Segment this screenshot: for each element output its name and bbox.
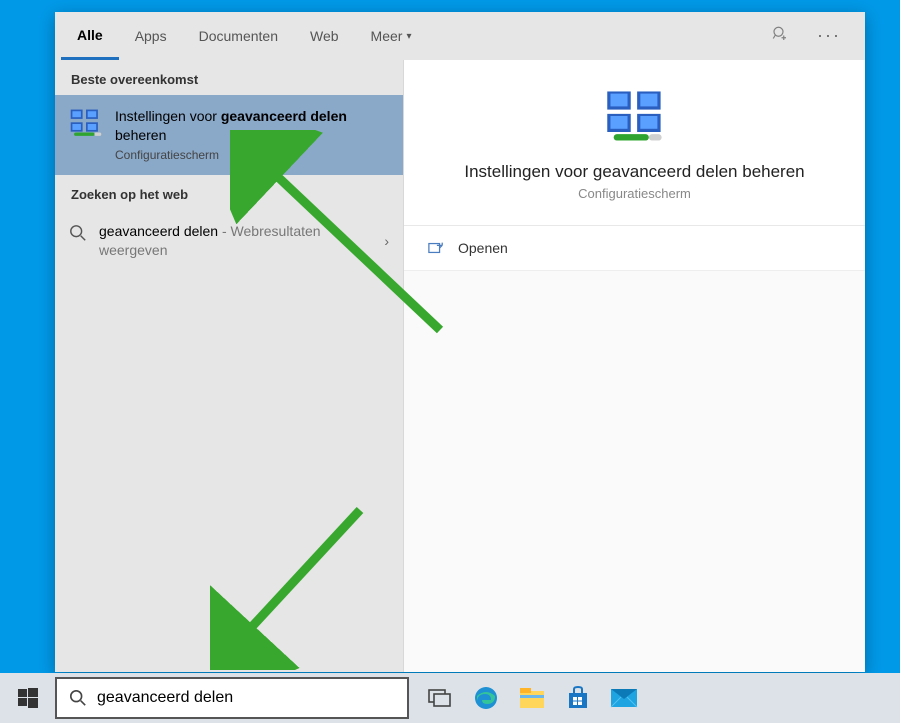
ellipsis-icon: ··· <box>817 25 841 45</box>
taskbar-mail[interactable] <box>601 673 647 723</box>
open-icon <box>428 241 444 255</box>
network-sharing-icon <box>69 107 103 141</box>
task-view-icon <box>428 689 452 707</box>
search-input[interactable] <box>97 689 395 707</box>
tab-more[interactable]: Meer▾ <box>355 12 428 60</box>
tab-documents[interactable]: Documenten <box>183 12 294 60</box>
section-header-best-match: Beste overeenkomst <box>55 60 403 95</box>
taskbar-store[interactable] <box>555 673 601 723</box>
feedback-button[interactable] <box>763 17 797 56</box>
mail-icon <box>610 688 638 708</box>
best-match-result[interactable]: Instellingen voor geavanceerd delen behe… <box>55 95 403 175</box>
taskbar-search-box[interactable] <box>55 677 409 719</box>
result-title: Instellingen voor geavanceerd delen behe… <box>115 107 389 145</box>
detail-title: Instellingen voor geavanceerd delen behe… <box>464 162 804 182</box>
more-options-button[interactable]: ··· <box>809 17 849 56</box>
detail-subtitle: Configuratiescherm <box>578 186 691 201</box>
windows-logo-icon <box>18 688 38 708</box>
task-view-button[interactable] <box>417 673 463 723</box>
taskbar-edge[interactable] <box>463 673 509 723</box>
file-explorer-icon <box>519 687 545 709</box>
tab-all[interactable]: Alle <box>61 12 119 60</box>
chevron-down-icon: ▾ <box>406 31 411 42</box>
tab-apps[interactable]: Apps <box>119 12 183 60</box>
feedback-icon <box>771 25 789 43</box>
web-result-text: geavanceerd delen - Webresultaten weerge… <box>99 222 389 260</box>
search-icon <box>69 689 87 707</box>
tab-bar: Alle Apps Documenten Web Meer▾ ··· <box>55 12 865 60</box>
search-results-panel: Alle Apps Documenten Web Meer▾ ··· Beste… <box>55 12 865 672</box>
chevron-right-icon: › <box>384 233 389 249</box>
network-sharing-icon <box>603 88 667 144</box>
tab-web[interactable]: Web <box>294 12 355 60</box>
detail-pane: Instellingen voor geavanceerd delen behe… <box>403 60 865 672</box>
start-button[interactable] <box>0 673 55 723</box>
taskbar-explorer[interactable] <box>509 673 555 723</box>
open-label: Openen <box>458 240 508 256</box>
search-icon <box>69 224 87 242</box>
taskbar <box>0 673 900 723</box>
open-action[interactable]: Openen <box>404 226 865 271</box>
store-icon <box>566 686 590 710</box>
result-subtitle: Configuratiescherm <box>115 147 389 163</box>
results-list: Beste overeenkomst Instellingen voor gea… <box>55 60 403 672</box>
web-search-result[interactable]: geavanceerd delen - Webresultaten weerge… <box>55 210 403 272</box>
section-header-web: Zoeken op het web <box>55 175 403 210</box>
edge-icon <box>473 685 499 711</box>
